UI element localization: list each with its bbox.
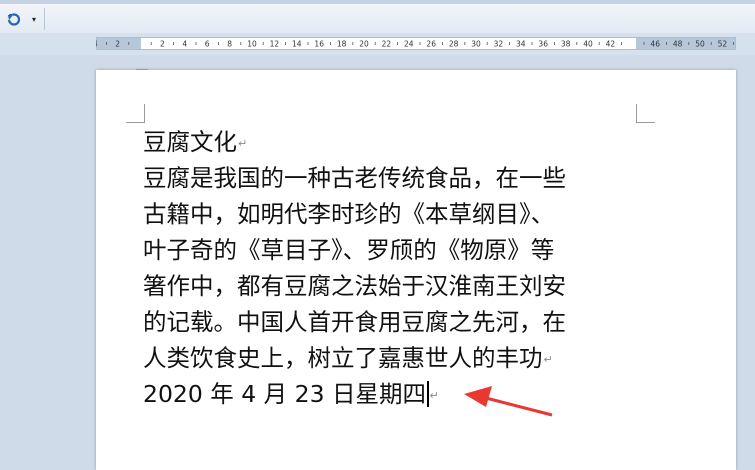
crop-mark-top-left (126, 104, 145, 123)
paragraph-line[interactable]: 豆腐是我国的一种古老传统食品，在一些 (143, 160, 643, 196)
paragraph-line[interactable]: 的记载。中国人首开食用豆腐之先河，在 (143, 304, 643, 340)
crop-mark-top-right (636, 104, 655, 123)
ruler-tick-label: 52 (718, 40, 728, 49)
undo-icon (7, 13, 21, 26)
ruler-tick-label: 38 (561, 40, 571, 49)
ruler-tick-label: 46 (650, 40, 660, 49)
document-body[interactable]: 豆腐文化↵ 豆腐是我国的一种古老传统食品，在一些 古籍中，如明代李时珍的《本草纲… (143, 124, 643, 412)
ruler-tick-label: 14 (292, 40, 302, 49)
ruler-tick-label: 34 (516, 40, 526, 49)
ruler-tick-label: 36 (538, 40, 548, 49)
ruler-tick-label: 40 (583, 40, 593, 49)
toolbar-separator (44, 8, 45, 30)
ruler-scale: 4224681012141618202224262830323436384042… (96, 40, 734, 49)
ruler-tick-label: 20 (359, 40, 369, 49)
document-title[interactable]: 豆腐文化↵ (143, 124, 643, 160)
quick-access-toolbar: ▾ (0, 0, 755, 34)
ruler-tick-label: 24 (404, 40, 414, 49)
ruler-tick-label: 26 (426, 40, 436, 49)
paragraph-line[interactable]: 叶子奇的《草目子》、罗颀的《物原》等 (143, 232, 643, 268)
paragraph-mark: ↵ (429, 388, 439, 402)
ruler-tick-label: 2 (160, 40, 165, 49)
ruler-tick-label: 18 (337, 40, 347, 49)
ruler-tick-label: 8 (227, 40, 232, 49)
paragraph-line[interactable]: 人类饮食史上，树立了嘉惠世人的丰功↵ (143, 340, 643, 376)
qat-dropdown-icon: ▾ (31, 14, 36, 24)
paragraph-line[interactable]: 箸作中，都有豆腐之法始于汉淮南王刘安 (143, 268, 643, 304)
document-page[interactable]: 豆腐文化↵ 豆腐是我国的一种古老传统食品，在一些 古籍中，如明代李时珍的《本草纲… (96, 70, 736, 470)
ruler-tick-label: 42 (606, 40, 616, 49)
paragraph-mark: ↵ (238, 136, 248, 150)
customize-qat-dropdown[interactable]: ▾ (27, 10, 41, 28)
text-cursor (427, 381, 429, 407)
ruler-tick-label: 10 (247, 40, 257, 49)
ruler-tick-label: 6 (205, 40, 210, 49)
toolbar-edge (0, 0, 755, 4)
ruler-tick-label: 12 (270, 40, 280, 49)
ruler-tick-label: 32 (494, 40, 504, 49)
paragraph-line[interactable]: 古籍中，如明代李时珍的《本草纲目》、 (143, 196, 643, 232)
ruler-tick-label: 50 (695, 40, 705, 49)
ruler-tick-label: 30 (471, 40, 481, 49)
date-line[interactable]: 2020 年 4 月 23 日星期四 ↵ (143, 376, 643, 412)
ruler-tick-label: 48 (673, 40, 683, 49)
ruler-tick-label: 4 (182, 40, 187, 49)
paragraph-mark: ↵ (543, 352, 553, 366)
ruler-tick-label: 2 (115, 40, 120, 49)
ruler-tick-label: 4 (96, 40, 98, 49)
ruler-tick-label: 28 (449, 40, 459, 49)
undo-button[interactable] (3, 10, 25, 28)
horizontal-ruler[interactable]: 4224681012141618202224262830323436384042… (0, 33, 755, 88)
ruler-tick-label: 16 (314, 40, 324, 49)
ruler-tick-label: 22 (382, 40, 392, 49)
